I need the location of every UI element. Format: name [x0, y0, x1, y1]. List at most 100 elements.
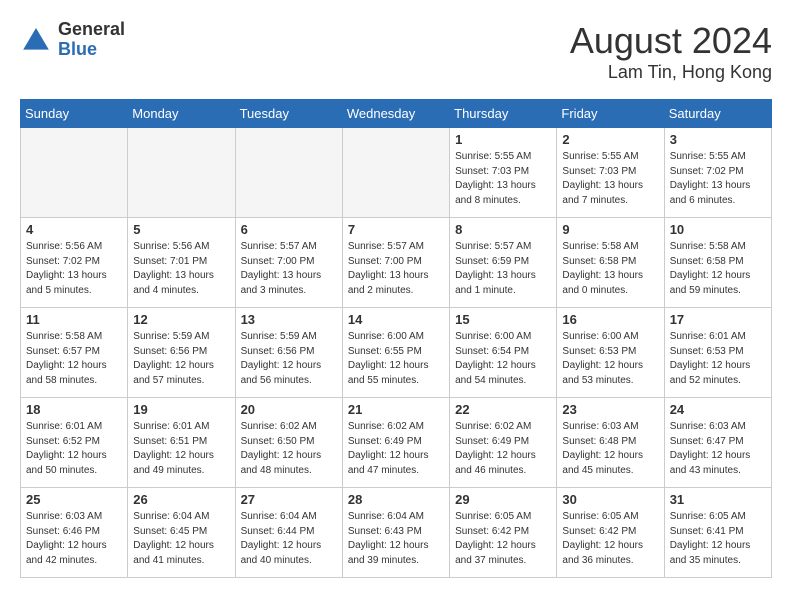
logo-text: General Blue	[58, 20, 125, 60]
calendar-cell: 6Sunrise: 5:57 AMSunset: 7:00 PMDaylight…	[235, 218, 342, 308]
day-info: Sunrise: 6:04 AMSunset: 6:45 PMDaylight:…	[133, 510, 229, 568]
day-number: 2	[562, 132, 658, 147]
day-number: 9	[562, 222, 658, 237]
day-info: Sunrise: 5:59 AMSunset: 6:56 PMDaylight:…	[133, 330, 229, 388]
logo-line1: General	[58, 20, 125, 40]
logo: General Blue	[20, 20, 125, 60]
day-number: 15	[455, 312, 551, 327]
day-number: 8	[455, 222, 551, 237]
day-info: Sunrise: 5:55 AMSunset: 7:03 PMDaylight:…	[455, 150, 551, 208]
calendar-cell: 28 Sunrise: 6:04 AMSunset: 6:43 PMDayligh…	[342, 488, 449, 578]
day-number: 27	[241, 492, 337, 507]
col-header-tuesday: Tuesday	[235, 100, 342, 128]
day-number: 25	[26, 492, 122, 507]
calendar-cell: 3Sunrise: 5:55 AMSunset: 7:02 PMDaylight…	[664, 128, 771, 218]
day-number: 21	[348, 402, 444, 417]
day-info: Sunrise: 6:00 AMSunset: 6:53 PMDaylight:…	[562, 330, 658, 388]
calendar-cell: 13 Sunrise: 5:59 AMSunset: 6:56 PMDayligh…	[235, 308, 342, 398]
day-info: Sunrise: 6:04 AMSunset: 6:43 PMDaylight:…	[348, 510, 444, 568]
calendar-cell: 22Sunrise: 6:02 AMSunset: 6:49 PMDayligh…	[450, 398, 557, 488]
calendar-cell: 16 Sunrise: 6:00 AMSunset: 6:53 PMDayligh…	[557, 308, 664, 398]
calendar-cell: 2 Sunrise: 5:55 AMSunset: 7:03 PMDaylight…	[557, 128, 664, 218]
day-number: 12	[133, 312, 229, 327]
header-row: SundayMondayTuesdayWednesdayThursdayFrid…	[21, 100, 772, 128]
day-number: 11	[26, 312, 122, 327]
calendar-table: SundayMondayTuesdayWednesdayThursdayFrid…	[20, 99, 772, 578]
calendar-cell: 23 Sunrise: 6:03 AMSunset: 6:48 PMDayligh…	[557, 398, 664, 488]
calendar-cell: 20 Sunrise: 6:02 AMSunset: 6:50 PMDayligh…	[235, 398, 342, 488]
day-info: Sunrise: 6:04 AMSunset: 6:44 PMDaylight:…	[241, 510, 337, 568]
col-header-monday: Monday	[128, 100, 235, 128]
day-info: Sunrise: 6:00 AMSunset: 6:54 PMDaylight:…	[455, 330, 551, 388]
title-area: August 2024 Lam Tin, Hong Kong	[570, 20, 772, 83]
calendar-cell: 10Sunrise: 5:58 AMSunset: 6:58 PMDayligh…	[664, 218, 771, 308]
day-number: 16	[562, 312, 658, 327]
day-info: Sunrise: 6:01 AMSunset: 6:51 PMDaylight:…	[133, 420, 229, 478]
col-header-friday: Friday	[557, 100, 664, 128]
day-info: Sunrise: 6:02 AMSunset: 6:49 PMDaylight:…	[348, 420, 444, 478]
calendar-cell: 1 Sunrise: 5:55 AMSunset: 7:03 PMDaylight…	[450, 128, 557, 218]
week-row-4: 25 Sunrise: 6:03 AMSunset: 6:46 PMDayligh…	[21, 488, 772, 578]
day-info: Sunrise: 5:56 AMSunset: 7:01 PMDaylight:…	[133, 240, 229, 298]
calendar-cell: 25 Sunrise: 6:03 AMSunset: 6:46 PMDayligh…	[21, 488, 128, 578]
col-header-sunday: Sunday	[21, 100, 128, 128]
calendar-cell: 27 Sunrise: 6:04 AMSunset: 6:44 PMDayligh…	[235, 488, 342, 578]
calendar-cell: 8 Sunrise: 5:57 AMSunset: 6:59 PMDaylight…	[450, 218, 557, 308]
calendar-cell: 12 Sunrise: 5:59 AMSunset: 6:56 PMDayligh…	[128, 308, 235, 398]
day-number: 6	[241, 222, 337, 237]
day-number: 20	[241, 402, 337, 417]
day-info: Sunrise: 5:58 AMSunset: 6:57 PMDaylight:…	[26, 330, 122, 388]
calendar-cell: 21 Sunrise: 6:02 AMSunset: 6:49 PMDayligh…	[342, 398, 449, 488]
day-number: 26	[133, 492, 229, 507]
day-info: Sunrise: 5:57 AMSunset: 6:59 PMDaylight:…	[455, 240, 551, 298]
week-row-2: 11 Sunrise: 5:58 AMSunset: 6:57 PMDayligh…	[21, 308, 772, 398]
calendar-cell: 5 Sunrise: 5:56 AMSunset: 7:01 PMDaylight…	[128, 218, 235, 308]
day-info: Sunrise: 5:57 AMSunset: 7:00 PMDaylight:…	[348, 240, 444, 298]
day-info: Sunrise: 6:02 AMSunset: 6:50 PMDaylight:…	[241, 420, 337, 478]
day-info: Sunrise: 6:03 AMSunset: 6:46 PMDaylight:…	[26, 510, 122, 568]
day-info: Sunrise: 6:03 AMSunset: 6:48 PMDaylight:…	[562, 420, 658, 478]
day-number: 13	[241, 312, 337, 327]
day-info: Sunrise: 6:05 AMSunset: 6:42 PMDaylight:…	[562, 510, 658, 568]
day-number: 30	[562, 492, 658, 507]
day-number: 22	[455, 402, 551, 417]
logo-line2: Blue	[58, 40, 125, 60]
day-number: 10	[670, 222, 766, 237]
calendar-cell: 30 Sunrise: 6:05 AMSunset: 6:42 PMDayligh…	[557, 488, 664, 578]
calendar-cell: 31Sunrise: 6:05 AMSunset: 6:41 PMDayligh…	[664, 488, 771, 578]
col-header-wednesday: Wednesday	[342, 100, 449, 128]
day-number: 3	[670, 132, 766, 147]
day-number: 23	[562, 402, 658, 417]
day-number: 19	[133, 402, 229, 417]
day-info: Sunrise: 5:56 AMSunset: 7:02 PMDaylight:…	[26, 240, 122, 298]
day-number: 18	[26, 402, 122, 417]
calendar-cell	[21, 128, 128, 218]
calendar-cell	[128, 128, 235, 218]
calendar-cell	[342, 128, 449, 218]
calendar-cell: 4 Sunrise: 5:56 AMSunset: 7:02 PMDaylight…	[21, 218, 128, 308]
calendar-cell: 19 Sunrise: 6:01 AMSunset: 6:51 PMDayligh…	[128, 398, 235, 488]
calendar-cell: 26 Sunrise: 6:04 AMSunset: 6:45 PMDayligh…	[128, 488, 235, 578]
day-info: Sunrise: 5:58 AMSunset: 6:58 PMDaylight:…	[562, 240, 658, 298]
day-info: Sunrise: 6:01 AMSunset: 6:53 PMDaylight:…	[670, 330, 766, 388]
day-number: 4	[26, 222, 122, 237]
page-subtitle: Lam Tin, Hong Kong	[570, 62, 772, 83]
day-number: 14	[348, 312, 444, 327]
day-info: Sunrise: 5:55 AMSunset: 7:03 PMDaylight:…	[562, 150, 658, 208]
calendar-cell: 7 Sunrise: 5:57 AMSunset: 7:00 PMDaylight…	[342, 218, 449, 308]
week-row-1: 4 Sunrise: 5:56 AMSunset: 7:02 PMDaylight…	[21, 218, 772, 308]
day-number: 31	[670, 492, 766, 507]
calendar-cell: 18Sunrise: 6:01 AMSunset: 6:52 PMDayligh…	[21, 398, 128, 488]
calendar-cell: 15 Sunrise: 6:00 AMSunset: 6:54 PMDayligh…	[450, 308, 557, 398]
logo-icon	[20, 24, 52, 56]
day-number: 5	[133, 222, 229, 237]
day-number: 7	[348, 222, 444, 237]
calendar-cell: 17Sunrise: 6:01 AMSunset: 6:53 PMDayligh…	[664, 308, 771, 398]
calendar-cell: 14Sunrise: 6:00 AMSunset: 6:55 PMDayligh…	[342, 308, 449, 398]
col-header-thursday: Thursday	[450, 100, 557, 128]
day-number: 28	[348, 492, 444, 507]
page-title: August 2024	[570, 20, 772, 62]
calendar-cell	[235, 128, 342, 218]
day-number: 1	[455, 132, 551, 147]
day-info: Sunrise: 5:59 AMSunset: 6:56 PMDaylight:…	[241, 330, 337, 388]
